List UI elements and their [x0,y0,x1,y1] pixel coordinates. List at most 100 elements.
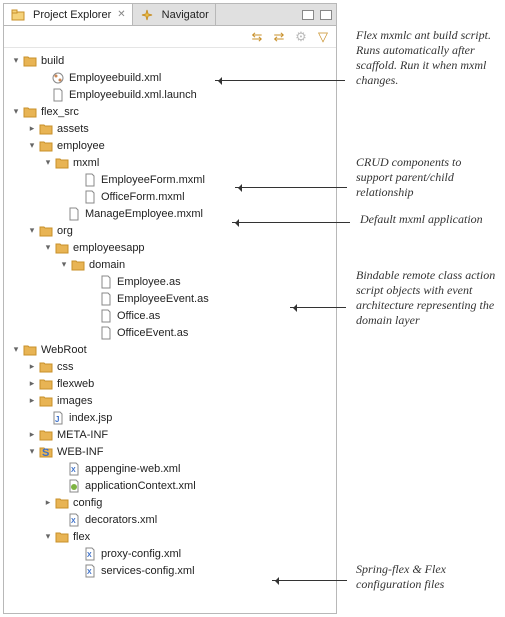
file-icon [98,326,114,340]
annotation-text: Spring-flex & Flex configuration files [356,562,496,592]
expand-icon[interactable] [10,55,22,66]
svg-text:X: X [87,552,92,559]
tab-spacer [216,4,298,25]
tree-folder-flexweb[interactable]: flexweb [6,375,334,392]
tree-file-as[interactable]: OfficeEvent.as [6,324,334,341]
tree-file-xml[interactable]: Xservices-config.xml [6,562,334,579]
tab-navigator[interactable]: Navigator [133,4,216,25]
view-menu-icon[interactable]: ▽ [316,30,330,44]
tree-file-mxml[interactable]: ManageEmployee.mxml [6,205,334,222]
tab-project-explorer[interactable]: Project Explorer ✕ [4,4,133,25]
annotations-layer: Flex mxmlc ant build script. Runs automa… [340,0,505,617]
annotation-text: Flex mxmlc ant build script. Runs automa… [356,28,496,88]
tree-folder-metainf[interactable]: META-INF [6,426,334,443]
explorer-panel: Project Explorer ✕ Navigator ⇆ ⇄ ⚙ ▽ bui… [3,3,337,614]
folder-icon [38,394,54,408]
expand-icon[interactable] [42,497,54,508]
expand-icon[interactable] [26,140,38,151]
folder-icon [38,122,54,136]
tree-folder-flex-src[interactable]: flex_src [6,103,334,120]
tree-file-ant[interactable]: Employeebuild.xml [6,69,334,86]
file-icon [66,207,82,221]
annotation-text: Default mxml application [360,212,500,227]
expand-icon[interactable] [42,531,54,542]
tree-folder-webroot[interactable]: WebRoot [6,341,334,358]
annotation-arrow [232,222,350,223]
file-icon [82,190,98,204]
annotation-arrow [272,580,347,581]
xml-file-icon: X [82,547,98,561]
tree-file-spring[interactable]: applicationContext.xml [6,477,334,494]
expand-icon[interactable] [26,378,38,389]
tree-folder-flex[interactable]: flex [6,528,334,545]
maximize-button[interactable] [320,10,332,20]
spring-file-icon [66,479,82,493]
folder-icon [38,428,54,442]
svg-text:S: S [42,447,49,458]
expand-icon[interactable] [42,157,54,168]
tree-file-jsp[interactable]: Jindex.jsp [6,409,334,426]
folder-icon [22,343,38,357]
minimize-button[interactable] [302,10,314,20]
file-tree[interactable]: build Employeebuild.xml Employeebuild.xm… [4,48,336,613]
tree-folder-assets[interactable]: assets [6,120,334,137]
file-icon [98,309,114,323]
annotation-arrow [215,80,345,81]
annotation-arrow [235,187,347,188]
tree-file-mxml[interactable]: OfficeForm.mxml [6,188,334,205]
expand-icon[interactable] [26,429,38,440]
tree-file-mxml[interactable]: EmployeeForm.mxml [6,171,334,188]
tree-file-xml[interactable]: Xproxy-config.xml [6,545,334,562]
filter-icon[interactable]: ⚙ [294,30,308,44]
expand-icon[interactable] [42,242,54,253]
tree-folder-build[interactable]: build [6,52,334,69]
expand-icon[interactable] [26,123,38,134]
folder-icon [54,241,70,255]
tree-file-xml[interactable]: Xdecorators.xml [6,511,334,528]
expand-icon[interactable] [26,361,38,372]
folder-icon [22,54,38,68]
folder-icon [54,156,70,170]
folder-icon [38,360,54,374]
expand-icon[interactable] [26,395,38,406]
tree-file-as[interactable]: EmployeeEvent.as [6,290,334,307]
view-toolbar: ⇆ ⇄ ⚙ ▽ [4,26,336,48]
tree-folder-domain[interactable]: domain [6,256,334,273]
folder-icon [38,377,54,391]
xml-file-icon: X [82,564,98,578]
annotation-text: Bindable remote class action script obje… [356,268,496,328]
tree-folder-config[interactable]: config [6,494,334,511]
close-icon[interactable]: ✕ [117,9,125,20]
svg-text:X: X [87,569,92,576]
tree-folder-employeesapp[interactable]: employeesapp [6,239,334,256]
link-editor-icon[interactable]: ⇄ [272,30,286,44]
tree-file-xml[interactable]: Xappengine-web.xml [6,460,334,477]
annotation-text: CRUD components to support parent/child … [356,155,496,200]
jsp-file-icon: J [50,411,66,425]
expand-icon[interactable] [26,446,38,457]
tree-folder-webinf[interactable]: SWEB-INF [6,443,334,460]
webinf-folder-icon: S [38,445,54,459]
collapse-all-icon[interactable]: ⇆ [250,30,264,44]
tree-folder-css[interactable]: css [6,358,334,375]
file-icon [98,292,114,306]
folder-icon [70,258,86,272]
tree-file[interactable]: Employeebuild.xml.launch [6,86,334,103]
xml-file-icon: X [66,462,82,476]
tree-folder-employee[interactable]: employee [6,137,334,154]
file-icon [50,88,66,102]
ant-file-icon [50,71,66,85]
folder-icon [54,530,70,544]
expand-icon[interactable] [58,259,70,270]
tree-folder-org[interactable]: org [6,222,334,239]
tab-label: Navigator [162,9,209,21]
tab-label: Project Explorer [33,9,111,21]
tree-folder-images[interactable]: images [6,392,334,409]
tree-file-as[interactable]: Office.as [6,307,334,324]
expand-icon[interactable] [26,225,38,236]
expand-icon[interactable] [10,106,22,117]
tree-folder-mxml[interactable]: mxml [6,154,334,171]
tree-file-as[interactable]: Employee.as [6,273,334,290]
svg-text:X: X [71,467,76,474]
expand-icon[interactable] [10,344,22,355]
